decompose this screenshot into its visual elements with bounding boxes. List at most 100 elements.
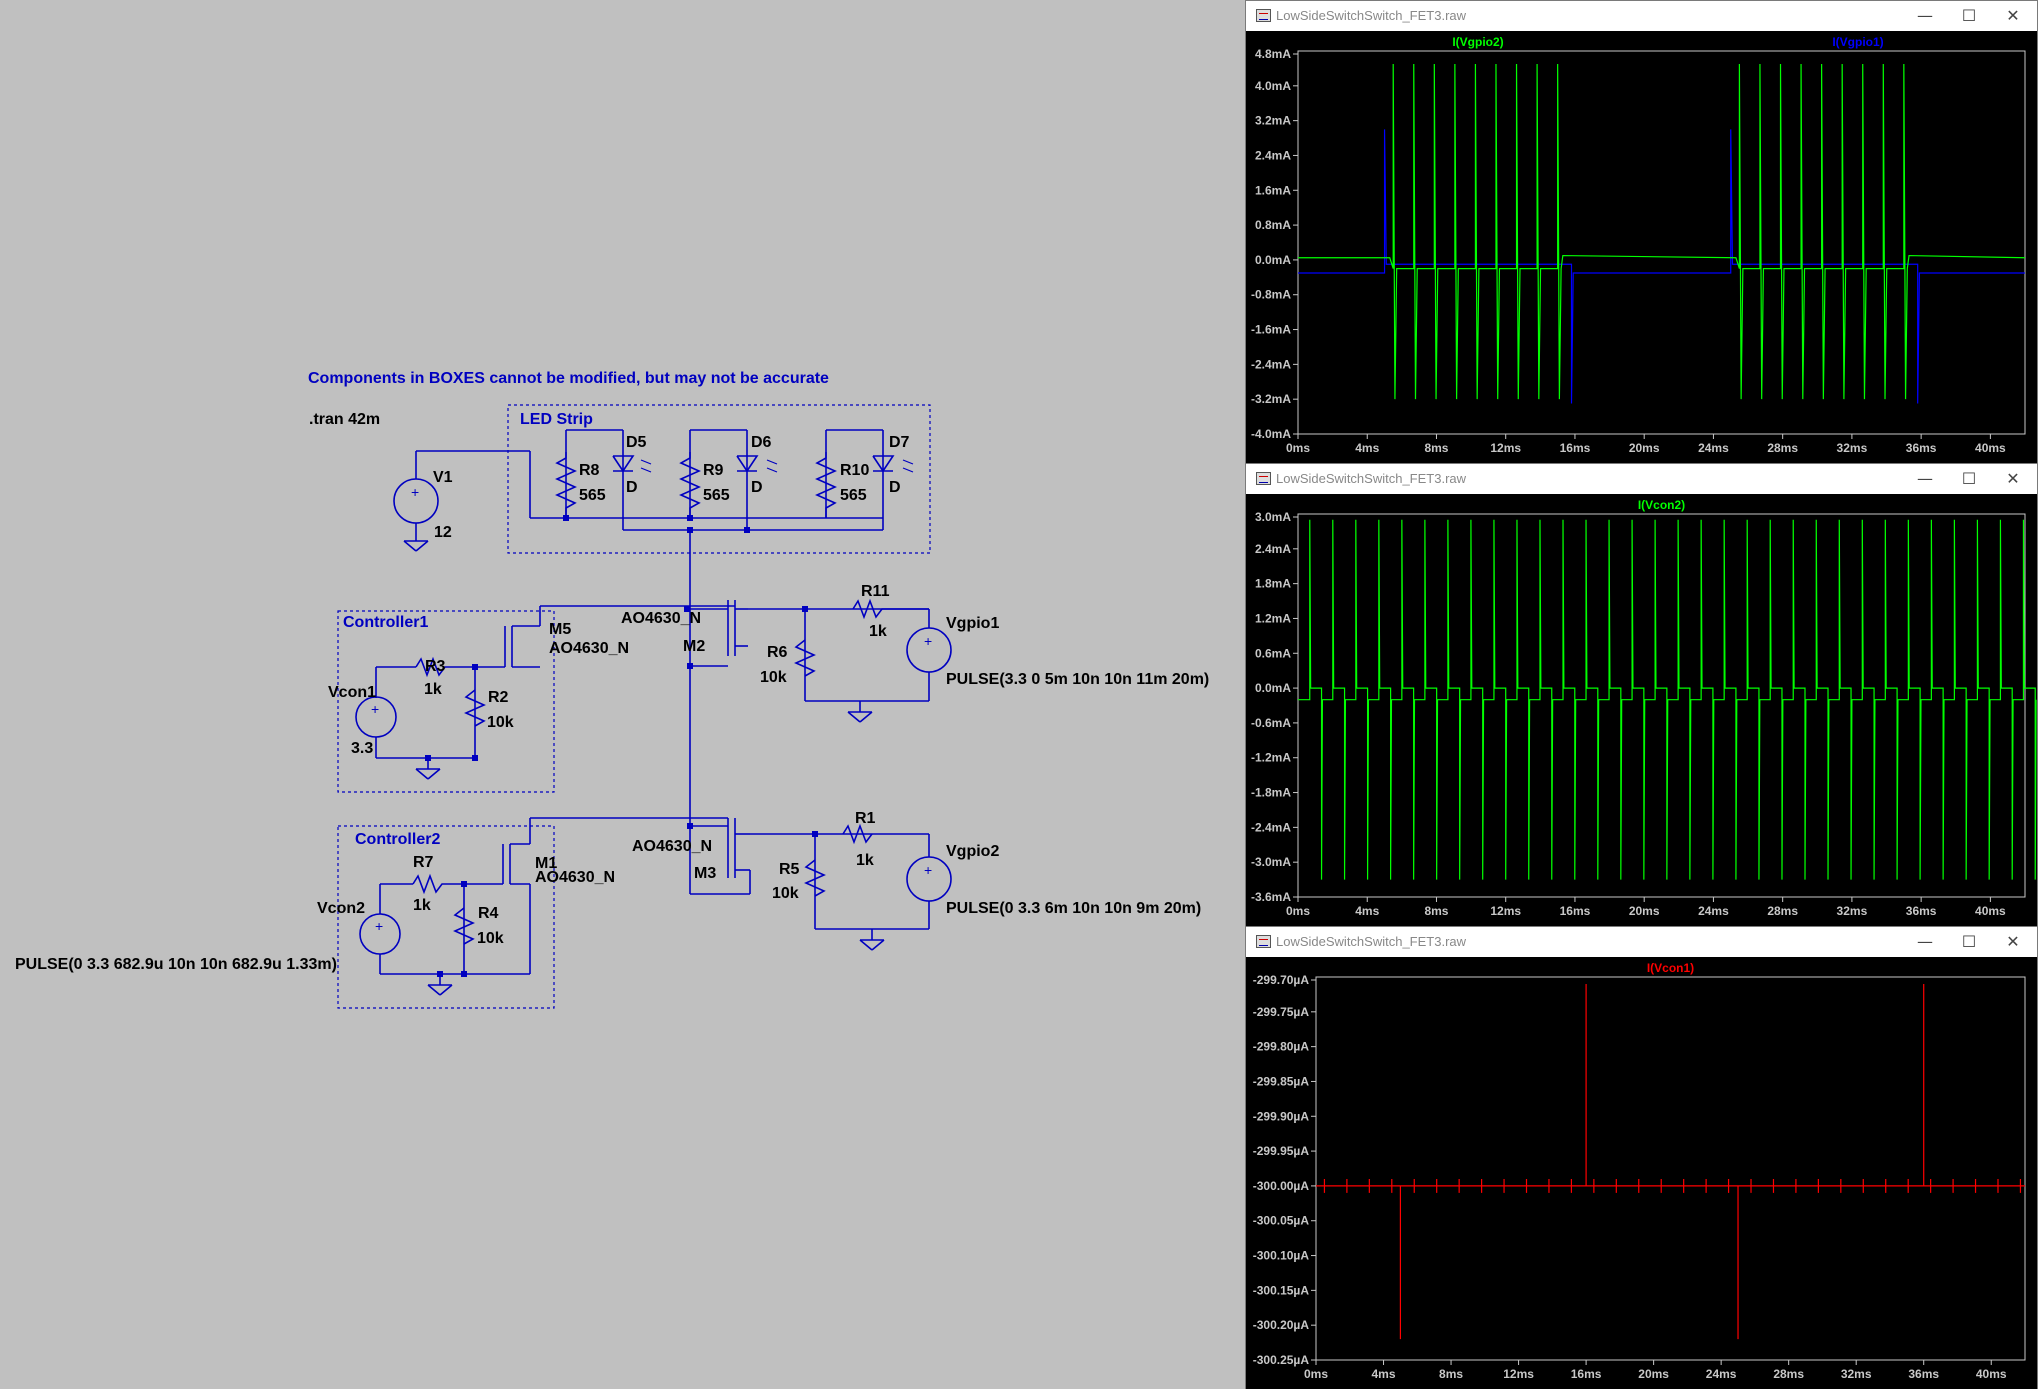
y-tick-label: -1.6mA bbox=[1251, 323, 1291, 337]
r8-value: 565 bbox=[579, 487, 606, 504]
r10-value: 565 bbox=[840, 487, 867, 504]
m3-value: AO4630_N bbox=[632, 838, 712, 855]
y-tick-label: 4.0mA bbox=[1255, 79, 1291, 93]
waveform-window-3[interactable]: LowSideSwitchSwitch_FET3.raw — ☐ ✕ -299.… bbox=[1245, 926, 2038, 1389]
y-tick-label: -3.2mA bbox=[1251, 392, 1291, 406]
y-tick-label: 0.6mA bbox=[1255, 646, 1291, 660]
x-tick-label: 12ms bbox=[1503, 1367, 1534, 1381]
waveform-window-1[interactable]: LowSideSwitchSwitch_FET3.raw — ☐ ✕ 4.8mA… bbox=[1245, 0, 2038, 463]
r6-name: R6 bbox=[767, 644, 788, 661]
box-label-led-strip: LED Strip bbox=[520, 411, 593, 428]
y-tick-label: 1.8mA bbox=[1255, 577, 1291, 591]
x-tick-label: 32ms bbox=[1837, 904, 1868, 918]
svg-text:+: + bbox=[375, 918, 383, 934]
y-tick-label: -299.85µA bbox=[1253, 1074, 1310, 1088]
vcon1-value: 3.3 bbox=[351, 740, 373, 757]
plot-frame bbox=[1315, 976, 2026, 1361]
r6-value: 10k bbox=[760, 669, 787, 686]
close-button[interactable]: ✕ bbox=[1991, 929, 2035, 955]
d6-name: D6 bbox=[751, 434, 772, 451]
y-tick-label: -2.4mA bbox=[1251, 357, 1291, 371]
window-title: LowSideSwitchSwitch_FET3.raw bbox=[1276, 934, 1467, 949]
schematic-canvas: + + + + + Components in BOXES cannot be modi… bbox=[15, 370, 1209, 1009]
y-tick-label: 2.4mA bbox=[1255, 148, 1291, 162]
x-tick-label: 40ms bbox=[1975, 441, 2006, 455]
y-tick-label: 0.0mA bbox=[1255, 681, 1291, 695]
x-tick-label: 0ms bbox=[1304, 1367, 1328, 1381]
close-button[interactable]: ✕ bbox=[1991, 3, 2035, 29]
close-button[interactable]: ✕ bbox=[1991, 466, 2035, 492]
x-tick-label: 16ms bbox=[1560, 441, 1591, 455]
x-tick-label: 32ms bbox=[1837, 441, 1868, 455]
r11-name: R11 bbox=[861, 583, 890, 600]
minimize-button[interactable]: — bbox=[1903, 929, 1947, 955]
v1-value: 12 bbox=[434, 524, 452, 541]
x-tick-label: 28ms bbox=[1773, 1367, 1804, 1381]
x-tick-label: 28ms bbox=[1767, 441, 1798, 455]
r7-value: 1k bbox=[413, 897, 431, 914]
minimize-button[interactable]: — bbox=[1903, 3, 1947, 29]
waveform-plot[interactable]: 3.0mA 2.4mA 1.8mA 1.2mA 0.6mA 0.0mA -0.6mA -1.2… bbox=[1246, 494, 2037, 926]
y-tick-label: 4.8mA bbox=[1255, 47, 1291, 61]
y-tick-label: 3.0mA bbox=[1255, 510, 1291, 524]
maximize-button[interactable]: ☐ bbox=[1947, 466, 1991, 492]
x-tick-label: 16ms bbox=[1560, 904, 1591, 918]
m5-name: M5 bbox=[549, 621, 571, 638]
r9-name: R9 bbox=[703, 462, 724, 479]
y-tick-label: -299.70µA bbox=[1253, 973, 1310, 987]
d5-value: D bbox=[626, 479, 638, 496]
legend-ivgpio1: I(Vgpio1) bbox=[1832, 35, 1883, 49]
d7-name: D7 bbox=[889, 434, 910, 451]
r2-value: 10k bbox=[487, 714, 514, 731]
m1-value: AO4630_N bbox=[535, 869, 615, 886]
y-tick-label: 0.0mA bbox=[1255, 253, 1291, 267]
y-tick-label: 1.2mA bbox=[1255, 611, 1291, 625]
x-tick-label: 24ms bbox=[1698, 904, 1729, 918]
r1-name: R1 bbox=[855, 810, 876, 827]
y-tick-label: -300.20µA bbox=[1253, 1318, 1310, 1332]
window-titlebar[interactable]: LowSideSwitchSwitch_FET3.raw — ☐ ✕ bbox=[1246, 1, 2037, 31]
y-tick-label: -4.0mA bbox=[1251, 427, 1291, 441]
x-tick-label: 8ms bbox=[1424, 441, 1448, 455]
y-tick-label: -299.75µA bbox=[1253, 1005, 1310, 1019]
x-tick-label: 36ms bbox=[1906, 441, 1937, 455]
r2-name: R2 bbox=[488, 689, 509, 706]
window-titlebar[interactable]: LowSideSwitchSwitch_FET3.raw — ☐ ✕ bbox=[1246, 927, 2037, 957]
box-label-controller1: Controller1 bbox=[343, 614, 428, 631]
y-tick-label: -1.2mA bbox=[1251, 751, 1291, 765]
x-tick-label: 8ms bbox=[1439, 1367, 1463, 1381]
vgpio1-name: Vgpio1 bbox=[946, 615, 999, 632]
y-tick-label: 3.2mA bbox=[1255, 114, 1291, 128]
maximize-button[interactable]: ☐ bbox=[1947, 929, 1991, 955]
r5-value: 10k bbox=[772, 885, 799, 902]
x-tick-label: 36ms bbox=[1906, 904, 1937, 918]
waveform-window-2[interactable]: LowSideSwitchSwitch_FET3.raw — ☐ ✕ 3.0mA… bbox=[1245, 463, 2038, 926]
d7-value: D bbox=[889, 479, 901, 496]
r3-name: R3 bbox=[425, 658, 446, 675]
legend-ivcon2: I(Vcon2) bbox=[1638, 498, 1685, 512]
trace-i-vcon2 bbox=[1298, 519, 2037, 880]
r9-value: 565 bbox=[703, 487, 730, 504]
x-tick-label: 24ms bbox=[1706, 1367, 1737, 1381]
svg-text:+: + bbox=[924, 633, 932, 649]
r4-value: 10k bbox=[477, 930, 504, 947]
y-tick-label: 0.8mA bbox=[1255, 218, 1291, 232]
y-tick-label: -1.8mA bbox=[1251, 786, 1291, 800]
window-titlebar[interactable]: LowSideSwitchSwitch_FET3.raw — ☐ ✕ bbox=[1246, 464, 2037, 494]
y-tick-label: -3.0mA bbox=[1251, 855, 1291, 869]
x-tick-label: 0ms bbox=[1286, 904, 1310, 918]
y-tick-label: -2.4mA bbox=[1251, 820, 1291, 834]
plot-frame bbox=[1297, 50, 2026, 435]
r7-name: R7 bbox=[413, 854, 434, 871]
window-title: LowSideSwitchSwitch_FET3.raw bbox=[1276, 8, 1467, 23]
minimize-button[interactable]: — bbox=[1903, 466, 1947, 492]
y-tick-label: -300.05µA bbox=[1253, 1214, 1310, 1228]
m5-value: AO4630_N bbox=[549, 640, 629, 657]
waveform-plot[interactable]: 4.8mA 4.0mA 3.2mA 2.4mA 1.6mA 0.8mA 0.0mA -0.8m… bbox=[1246, 31, 2037, 463]
waveform-plot[interactable]: -299.70µA -299.75µA -299.80µA -299.85µA -299… bbox=[1246, 957, 2037, 1389]
legend-ivgpio2: I(Vgpio2) bbox=[1452, 35, 1503, 49]
box-label-controller2: Controller2 bbox=[355, 831, 440, 848]
legend-ivcon1: I(Vcon1) bbox=[1647, 961, 1694, 975]
maximize-button[interactable]: ☐ bbox=[1947, 3, 1991, 29]
x-tick-label: 24ms bbox=[1698, 441, 1729, 455]
